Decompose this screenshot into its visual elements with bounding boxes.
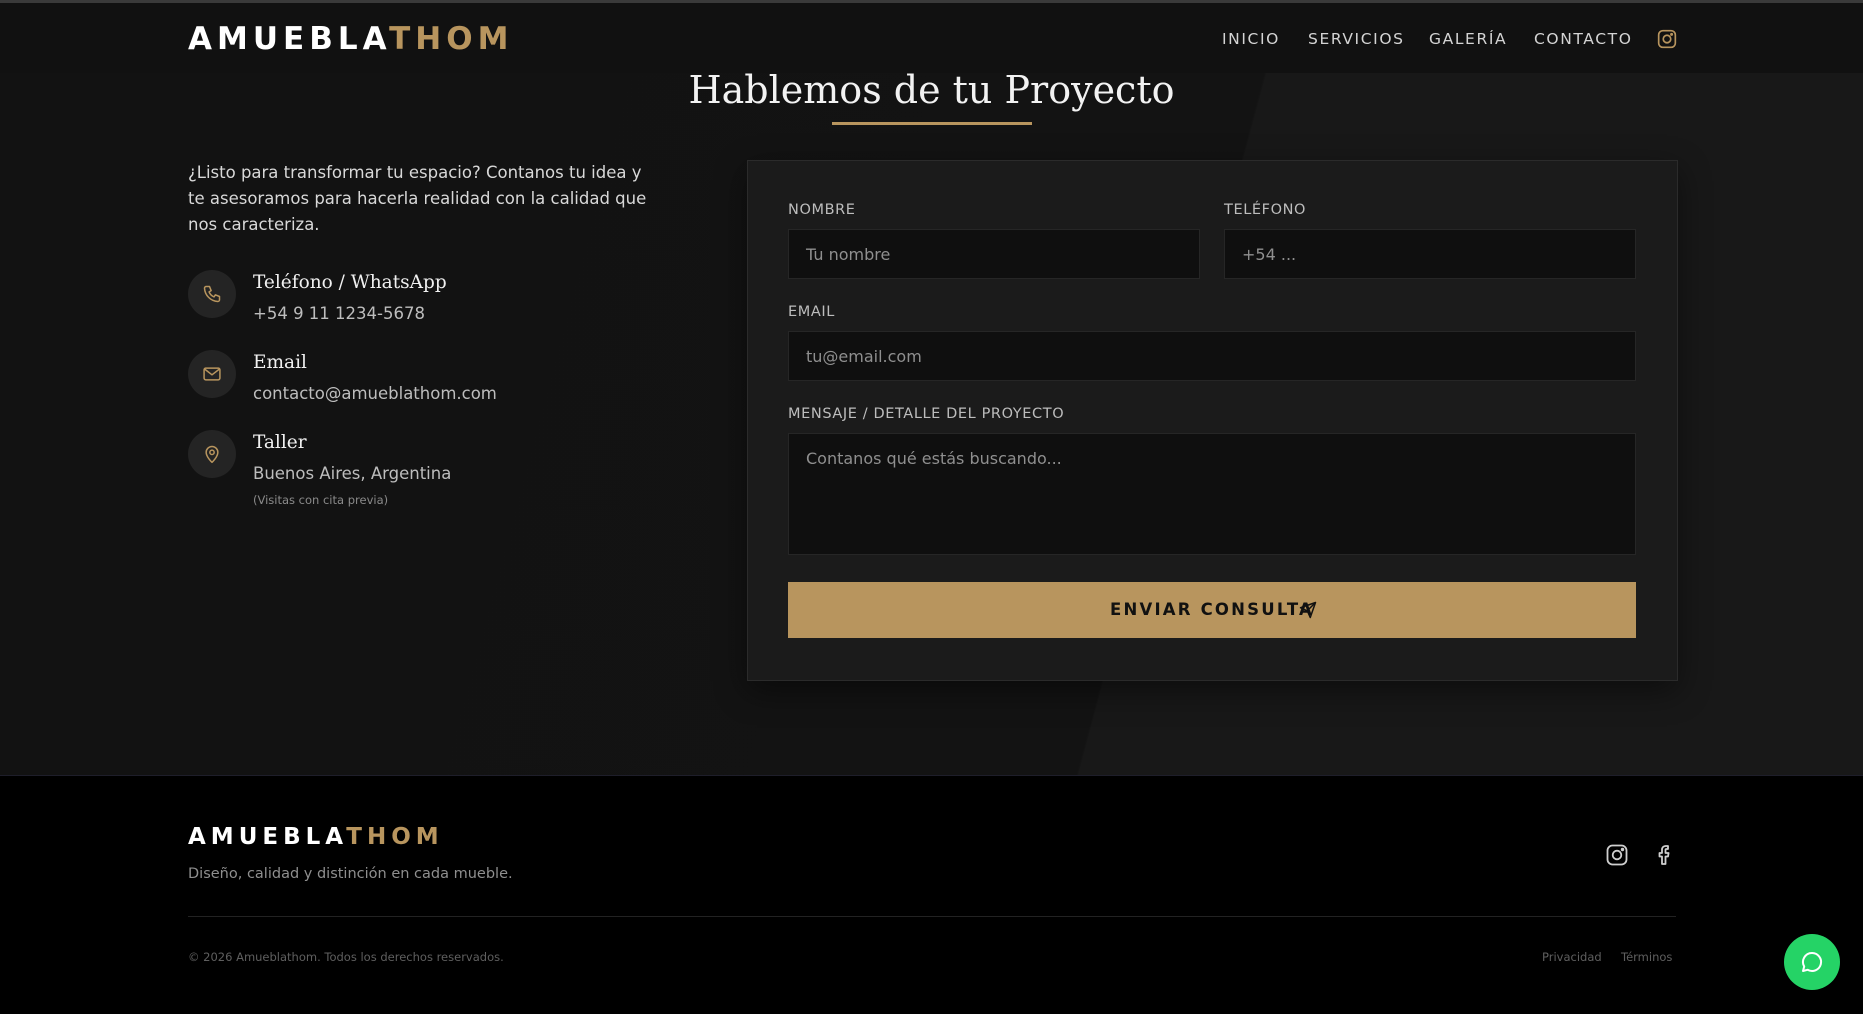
phone-placeholder: +54 ... bbox=[1242, 245, 1297, 264]
email-input[interactable]: tu@email.com bbox=[788, 331, 1636, 381]
nav-inicio[interactable]: INICIO bbox=[1222, 30, 1280, 48]
workshop-note: (Visitas con cita previa) bbox=[253, 493, 389, 507]
terms-link[interactable]: Términos bbox=[1621, 950, 1672, 964]
instagram-icon[interactable] bbox=[1657, 29, 1677, 49]
location-pin-icon bbox=[205, 445, 219, 464]
logo-part2: THOM bbox=[389, 21, 514, 57]
footer-logo-part2: THOM bbox=[346, 824, 444, 850]
message-textarea[interactable]: Contanos qué estás buscando... bbox=[788, 433, 1636, 555]
workshop-value: Buenos Aires, Argentina bbox=[253, 464, 452, 483]
mail-icon bbox=[203, 367, 221, 381]
mail-icon-badge bbox=[188, 350, 236, 398]
title-underline bbox=[832, 122, 1032, 125]
logo-part1: AMUEBLA bbox=[188, 21, 390, 57]
name-input[interactable]: Tu nombre bbox=[788, 229, 1200, 279]
footer-divider bbox=[188, 916, 1676, 917]
send-icon bbox=[1299, 601, 1317, 619]
email-label: EMAIL bbox=[788, 304, 835, 320]
phone-icon-badge bbox=[188, 270, 236, 318]
footer-tagline: Diseño, calidad y distinción en cada mue… bbox=[188, 866, 513, 882]
message-placeholder: Contanos qué estás buscando... bbox=[806, 449, 1062, 468]
message-label: MENSAJE / DETALLE DEL PROYECTO bbox=[788, 406, 1065, 422]
location-icon-badge bbox=[188, 430, 236, 478]
nav-servicios[interactable]: SERVICIOS bbox=[1308, 30, 1405, 48]
email-title: Email bbox=[253, 352, 307, 373]
footer-logo[interactable]: AMUEBLATHOM bbox=[188, 824, 444, 850]
footer-logo-part1: AMUEBLA bbox=[188, 824, 347, 850]
nav-contacto[interactable]: CONTACTO bbox=[1534, 30, 1633, 48]
name-label: NOMBRE bbox=[788, 202, 856, 218]
footer bbox=[0, 775, 1863, 1014]
whatsapp-chat-button[interactable] bbox=[1784, 934, 1840, 990]
submit-label: ENVIAR CONSULTA bbox=[1110, 600, 1314, 619]
instagram-icon[interactable] bbox=[1605, 843, 1629, 867]
header-logo[interactable]: AMUEBLATHOM bbox=[188, 21, 513, 57]
copyright-text: © 2026 Amueblathom. Todos los derechos r… bbox=[188, 950, 504, 964]
phone-title: Teléfono / WhatsApp bbox=[253, 272, 447, 293]
phone-icon bbox=[203, 285, 221, 303]
workshop-title: Taller bbox=[253, 432, 307, 453]
facebook-icon[interactable] bbox=[1653, 843, 1677, 867]
navbar: AMUEBLATHOM INICIO SERVICIOS GALERÍA CON… bbox=[0, 3, 1863, 73]
email-placeholder: tu@email.com bbox=[806, 347, 922, 366]
phone-label: TELÉFONO bbox=[1224, 202, 1307, 218]
nav-galeria[interactable]: GALERÍA bbox=[1429, 30, 1507, 48]
section-title: Hablemos de tu Proyecto bbox=[688, 68, 1175, 112]
privacy-link[interactable]: Privacidad bbox=[1542, 950, 1602, 964]
phone-value[interactable]: +54 9 11 1234-5678 bbox=[253, 304, 425, 323]
submit-button[interactable]: ENVIAR CONSULTA bbox=[788, 582, 1636, 638]
chat-bubble-icon bbox=[1802, 951, 1823, 972]
phone-input[interactable]: +54 ... bbox=[1224, 229, 1636, 279]
name-placeholder: Tu nombre bbox=[806, 245, 891, 264]
contact-intro: ¿Listo para transformar tu espacio? Cont… bbox=[188, 163, 647, 234]
email-value[interactable]: contacto@amueblathom.com bbox=[253, 384, 497, 403]
